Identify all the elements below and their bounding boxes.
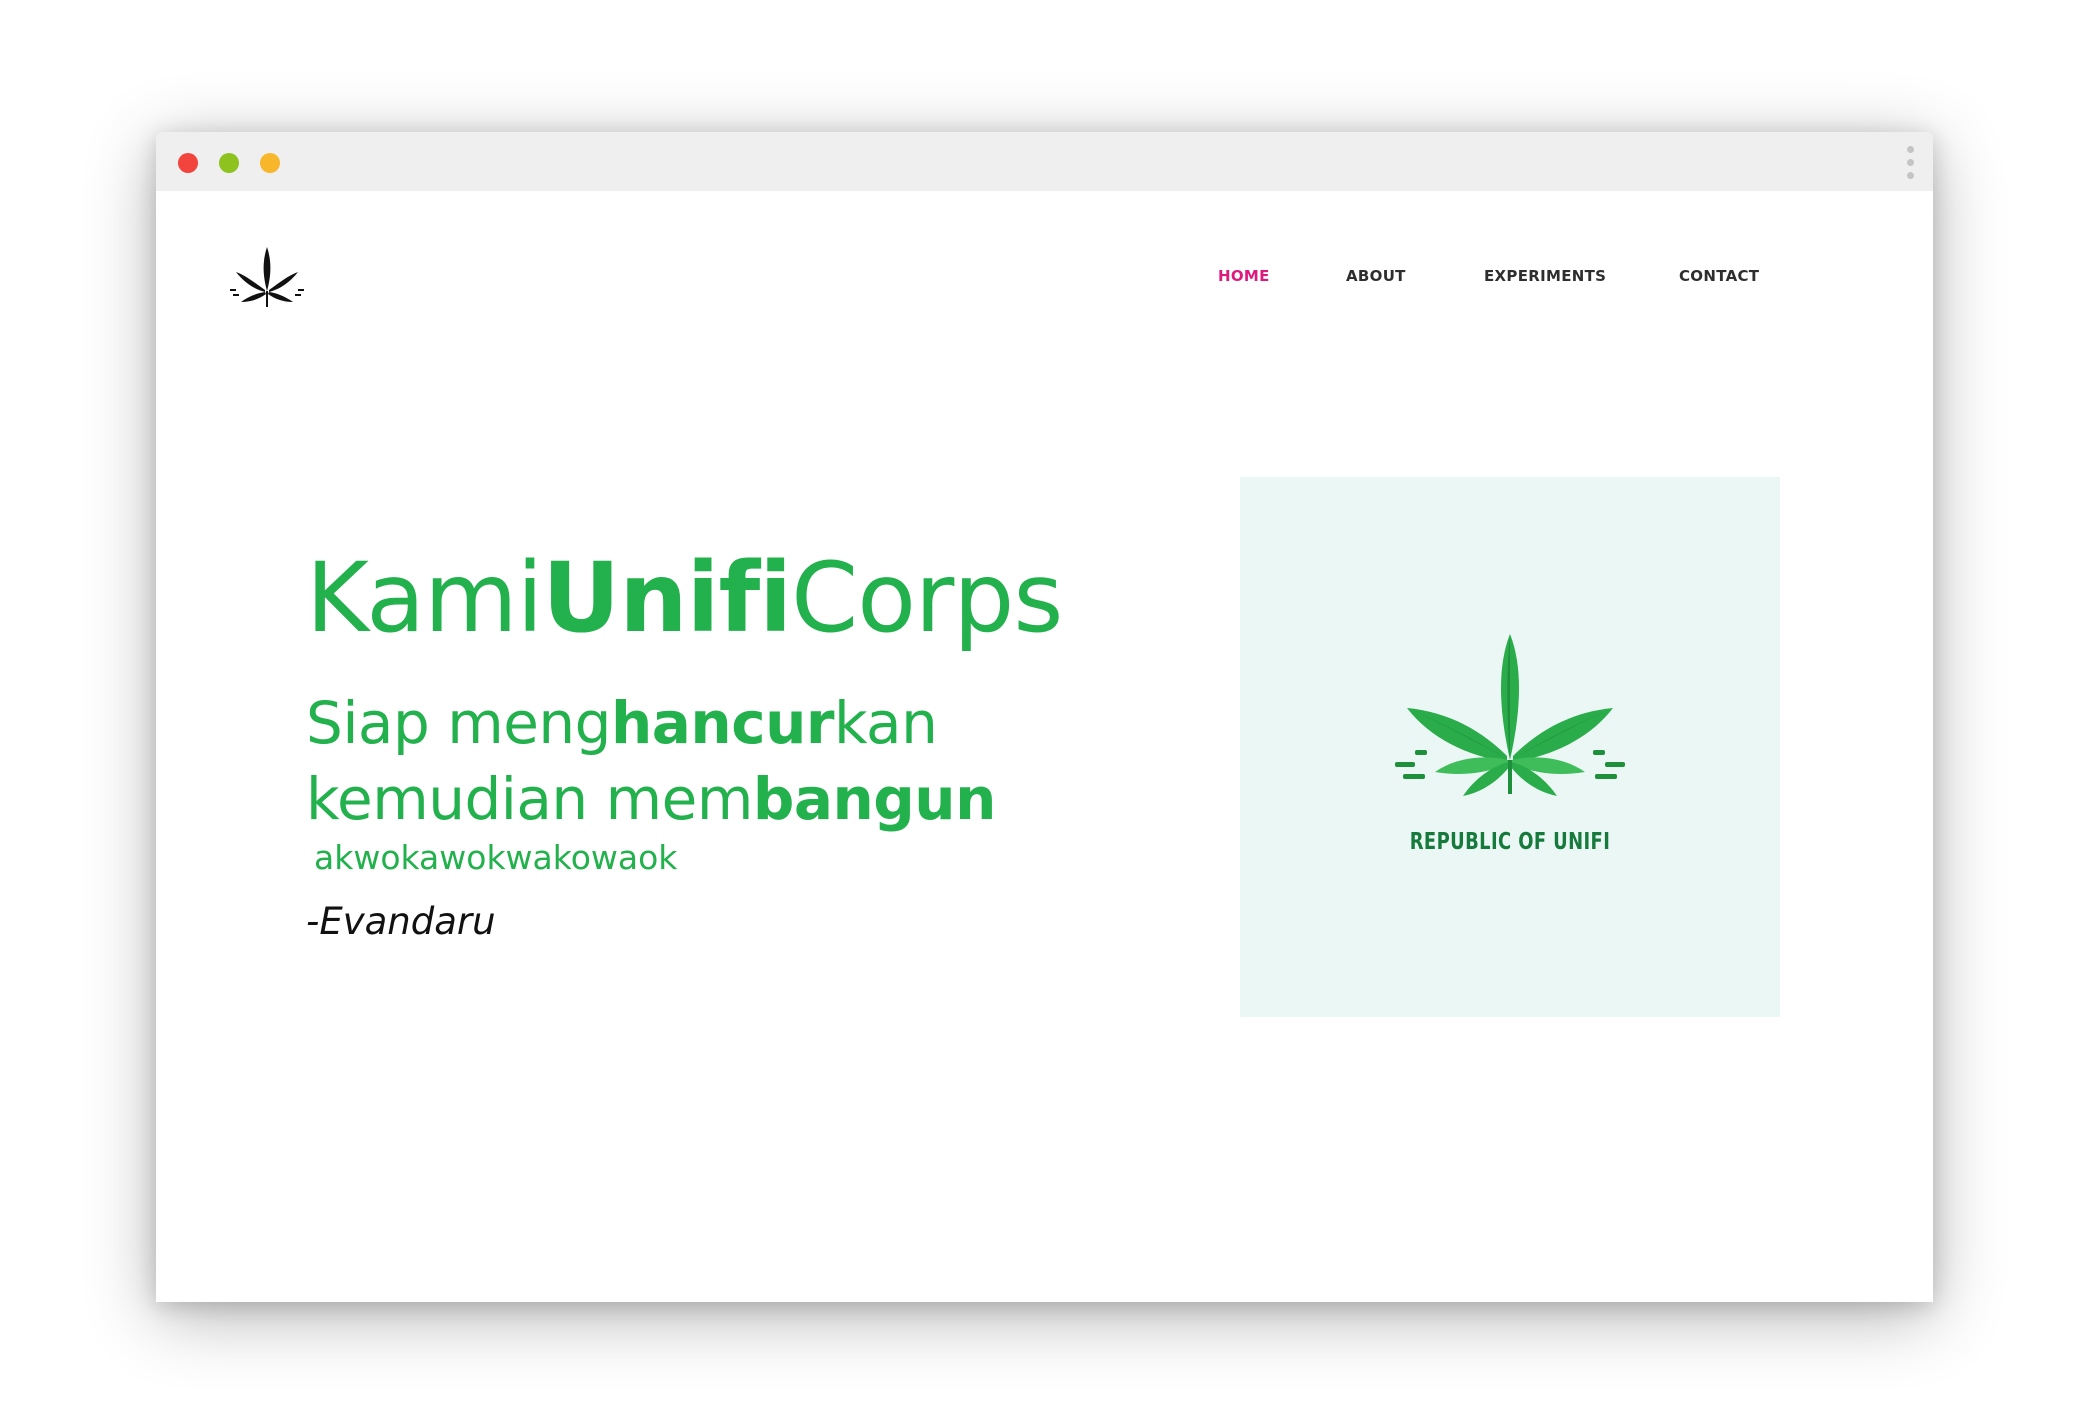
hero-subtitle: Siap menghancurkan kemudian membangun [306,685,996,837]
title-bar [156,132,1933,191]
nav-about[interactable]: ABOUT [1346,267,1406,285]
logo-card: REPUBLIC OF UNIFI [1240,477,1780,1017]
hero-author: -Evandaru [306,900,496,943]
hero-subtitle-text: Siap meng [306,689,611,757]
hero-title: KamiUnifiCorps [306,550,1063,646]
hero-subtitle-bold: bangun [752,765,997,833]
logo-caption: REPUBLIC OF UNIFI [1409,829,1611,855]
maximize-window-button[interactable] [260,153,280,173]
minimize-window-button[interactable] [219,153,239,173]
close-window-button[interactable] [178,153,198,173]
hero-tagline: akwokawokwakowaok [314,838,678,877]
nav-contact[interactable]: CONTACT [1679,267,1759,285]
vertical-dots-icon[interactable] [1907,146,1915,180]
hero-subtitle-text: kan [833,689,938,757]
browser-window: HOME ABOUT EXPERIMENTS CONTACT KamiUnifi… [156,132,1933,1302]
hero-subtitle-text: kemudian mem [306,765,753,833]
hero-title-bold: Unifi [542,542,792,654]
nav-home[interactable]: HOME [1218,267,1270,285]
cannabis-leaf-icon [1395,634,1625,796]
hero-title-text: Corps [791,542,1063,654]
nav-experiments[interactable]: EXPERIMENTS [1484,267,1606,285]
hero-title-text: Kami [306,542,543,654]
main-nav: HOME ABOUT EXPERIMENTS CONTACT [156,267,1933,287]
hero-subtitle-bold: hancur [610,689,835,757]
